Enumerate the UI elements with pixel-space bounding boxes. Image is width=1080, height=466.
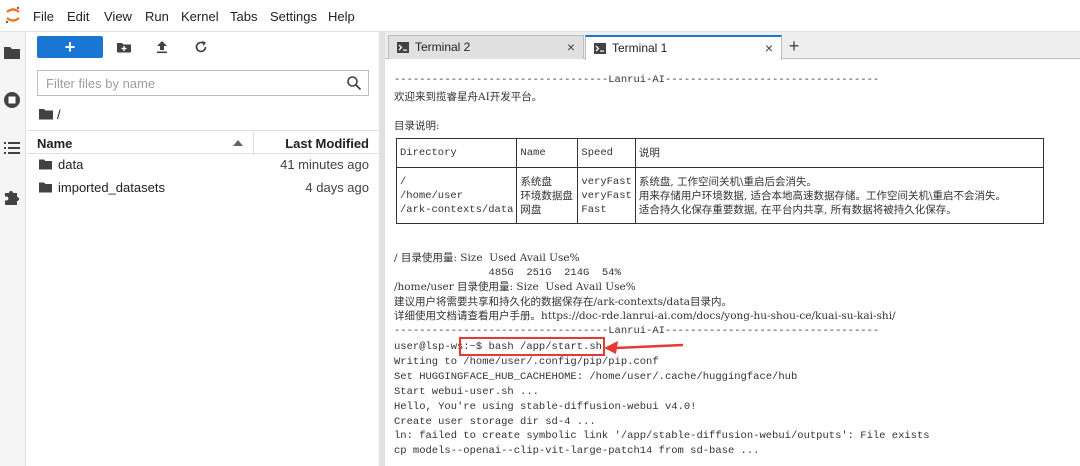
table-row: //home/user/ark-contexts/data 系统盘 环境数据盘 网盘…	[395, 167, 1044, 224]
tab-label: Terminal 2	[415, 40, 471, 54]
table-header-cell: Speed	[577, 138, 636, 168]
cell-text: Fast	[581, 203, 607, 216]
table-cell-name: 系统盘 环境数据盘 网盘	[516, 167, 579, 224]
menu-tabs[interactable]: Tabs	[230, 9, 257, 24]
terminal-usage-root-header: / 目录使用量: Size Used Avail Use%	[394, 252, 580, 264]
file-modified: 4 days ago	[305, 180, 369, 195]
terminal-output-line: Hello, You're using stable-diffusion-web…	[394, 401, 697, 413]
menu-view[interactable]: View	[104, 9, 132, 24]
terminal-welcome: 欢迎来到揽睿星舟AI开发平台。	[394, 91, 543, 103]
menu-kernel[interactable]: Kernel	[181, 9, 219, 24]
folder-icon[interactable]	[39, 108, 53, 120]
close-icon[interactable]: ×	[567, 39, 575, 55]
menu-help[interactable]: Help	[328, 9, 355, 24]
arrow-left-icon	[604, 341, 684, 354]
table-cell-speed: veryFast veryFast Fast	[577, 167, 636, 224]
extensions-puzzle-icon[interactable]	[2, 187, 22, 207]
terminal-advice: 建议用户将需要共享和持久化的数据保存在/ark-contexts/data目录内…	[394, 296, 732, 308]
jupyter-logo-icon	[5, 6, 20, 24]
tab-terminal-2[interactable]: Terminal 2 ×	[388, 35, 584, 59]
cell-text: veryFast	[581, 175, 632, 188]
file-name: imported_datasets	[58, 180, 165, 195]
menu-bar: File Edit View Run Kernel Tabs Settings …	[0, 0, 1080, 32]
cell-text: 环境数据盘	[520, 189, 573, 202]
column-divider[interactable]	[253, 131, 254, 155]
command-highlight-box	[459, 337, 605, 356]
menu-settings[interactable]: Settings	[270, 9, 317, 24]
file-modified: 41 minutes ago	[280, 157, 369, 172]
table-cell-description: 系统盘, 工作空间关机\重启后会消失。 用来存储用户环境数据, 适合本地高速数据存…	[634, 167, 1044, 224]
tab-label: Terminal 1	[612, 41, 668, 55]
file-filter	[37, 70, 369, 96]
cell-text: veryFast	[581, 189, 632, 202]
file-browser: + / Name Last Modified data 41 minutes a…	[27, 32, 379, 466]
table-header-cell: Name	[516, 138, 579, 168]
column-name[interactable]: Name	[37, 136, 72, 151]
table-of-contents-icon[interactable]	[2, 138, 22, 158]
terminal-icon	[397, 42, 409, 53]
file-name: data	[58, 157, 84, 172]
tab-terminal-1[interactable]: Terminal 1 ×	[585, 35, 782, 60]
new-launcher-button[interactable]: +	[37, 36, 103, 58]
terminal-usage-root-values: 485G 251G 214G 54%	[394, 267, 621, 279]
terminal-output-line: ln: failed to create symbolic link '/app…	[394, 430, 930, 442]
menu-edit[interactable]: Edit	[67, 9, 89, 24]
new-folder-icon[interactable]	[117, 40, 131, 54]
add-tab-button[interactable]: +	[783, 36, 805, 58]
terminal-banner: ----------------------------------Lanrui…	[394, 74, 880, 86]
terminal-output-line: Start webui-user.sh ...	[394, 386, 539, 398]
menu-run[interactable]: Run	[145, 9, 169, 24]
terminal-dir-heading: 目录说明:	[394, 120, 440, 132]
cell-text: /home/user	[400, 189, 464, 202]
cell-text: 用来存储用户环境数据, 适合本地高速数据存储。工作空间关机\重启不会消失。	[638, 189, 1007, 202]
cell-text: 网盘	[520, 203, 542, 216]
cell-text: /	[400, 175, 407, 188]
terminal-panel[interactable]: ----------------------------------Lanrui…	[385, 60, 1080, 466]
filter-input[interactable]	[38, 71, 338, 95]
terminal-output-line: Set HUGGINGFACE_HUB_CACHEHOME: /home/use…	[394, 371, 798, 383]
terminal-output-line: Writing to /home/user/.config/pip/pip.co…	[394, 356, 659, 368]
cell-text: 系统盘	[520, 175, 552, 188]
table-header-row: Directory Name Speed 说明	[395, 138, 1044, 168]
cell-text: /ark-contexts/data	[400, 203, 514, 216]
file-row-data[interactable]: data 41 minutes ago	[27, 154, 379, 176]
folder-icon	[39, 159, 52, 170]
breadcrumb-root[interactable]: /	[57, 107, 61, 122]
close-icon[interactable]: ×	[765, 40, 773, 56]
table-header-cell: Directory	[395, 138, 518, 168]
tab-bar: Terminal 2 × Terminal 1 × +	[385, 32, 1080, 60]
terminal-usage-home-header: /home/user 目录使用量: Size Used Avail Use%	[394, 281, 636, 293]
terminal-output-line: Create user storage dir sd-4 ...	[394, 416, 596, 428]
table-cell-directory: //home/user/ark-contexts/data	[395, 167, 518, 224]
cell-text: 适合持久化保存重要数据, 在平台内共享, 所有数据将被持久化保存。	[638, 203, 957, 216]
folder-icon[interactable]	[2, 42, 22, 62]
table-header-cell: 说明	[634, 138, 1044, 168]
file-row-imported-datasets[interactable]: imported_datasets 4 days ago	[27, 177, 379, 199]
folder-icon	[39, 182, 52, 193]
terminal-icon	[594, 43, 606, 54]
directory-table: Directory Name Speed 说明 //home/user/ark-…	[395, 138, 1044, 224]
running-sessions-icon[interactable]	[2, 90, 22, 110]
upload-icon[interactable]	[155, 40, 169, 54]
activity-rail	[0, 32, 26, 466]
refresh-icon[interactable]	[194, 40, 208, 54]
column-last-modified[interactable]: Last Modified	[285, 136, 369, 151]
search-icon[interactable]	[346, 75, 362, 91]
terminal-output-line: cp models--openai--clip-vit-large-patch1…	[394, 445, 760, 457]
file-list-header: Name Last Modified	[27, 130, 379, 155]
sort-ascending-icon	[233, 140, 243, 146]
menu-file[interactable]: File	[33, 9, 54, 24]
terminal-manual-link: 详细使用文档请查看用户手册。https://doc-rde.lanrui-ai.…	[394, 310, 896, 322]
cell-text: 系统盘, 工作空间关机\重启后会消失。	[638, 175, 818, 188]
